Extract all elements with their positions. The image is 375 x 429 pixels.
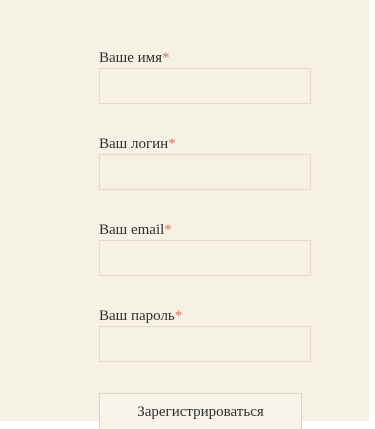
password-input[interactable] bbox=[99, 326, 311, 362]
name-label: Ваше имя* bbox=[99, 50, 311, 66]
login-label-text: Ваш логин bbox=[99, 136, 169, 152]
password-field-group: Ваш пароль* bbox=[99, 308, 311, 362]
name-field-group: Ваше имя* bbox=[99, 50, 311, 104]
login-input[interactable] bbox=[99, 154, 311, 190]
register-button[interactable]: Зарегистрироваться bbox=[99, 393, 302, 429]
email-label-text: Ваш email bbox=[99, 222, 165, 238]
name-label-text: Ваше имя bbox=[99, 50, 163, 66]
password-label-text: Ваш пароль bbox=[99, 308, 175, 324]
registration-page: Ваше имя* Ваш логин* Ваш email* Ваш паро… bbox=[0, 0, 369, 429]
name-input[interactable] bbox=[99, 68, 311, 104]
required-marker: * bbox=[174, 308, 183, 324]
required-marker: * bbox=[168, 136, 176, 152]
password-label: Ваш пароль* bbox=[99, 308, 311, 324]
register-button-label: Зарегистрироваться bbox=[137, 404, 264, 420]
email-input[interactable] bbox=[99, 240, 311, 276]
login-label: Ваш логин* bbox=[99, 136, 311, 152]
email-label: Ваш email* bbox=[99, 222, 311, 238]
required-marker: * bbox=[164, 222, 172, 238]
login-field-group: Ваш логин* bbox=[99, 136, 311, 190]
email-field-group: Ваш email* bbox=[99, 222, 311, 276]
required-marker: * bbox=[162, 50, 170, 66]
